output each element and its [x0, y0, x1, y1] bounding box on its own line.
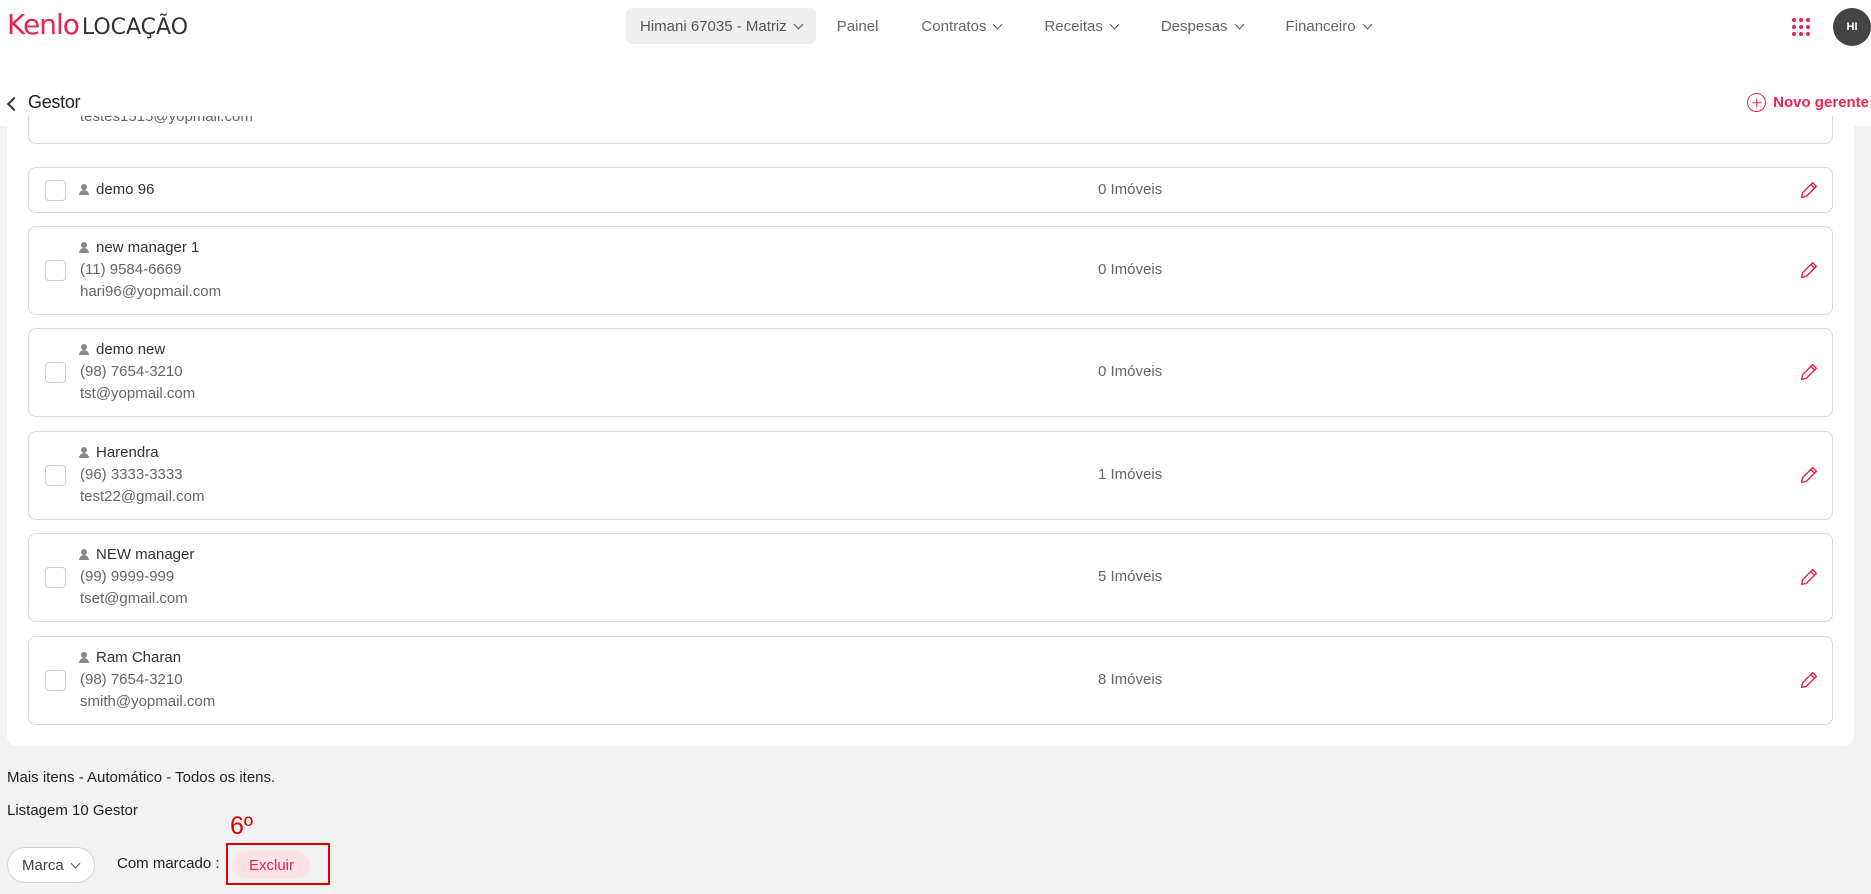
chevron-down-icon	[70, 858, 81, 868]
manager-name: Ram Charan	[96, 649, 182, 666]
manager-email: hari96@yopmail.com	[80, 283, 222, 300]
edit-pencil-icon[interactable]	[1798, 464, 1820, 486]
edit-pencil-icon[interactable]	[1798, 179, 1820, 201]
select-checkbox[interactable]	[45, 180, 66, 201]
nav-item-receitas[interactable]: Receitas	[1044, 8, 1120, 44]
logo-locacao-text: LOCAÇÃO	[81, 15, 189, 40]
nav-label: Painel	[836, 17, 879, 35]
nav-label: Despesas	[1160, 17, 1228, 35]
nav-label: Receitas	[1044, 17, 1103, 35]
annotation-step-number: 6º	[230, 812, 254, 840]
property-count: 8 Imóveis	[1098, 671, 1163, 688]
nav-label: Contratos	[921, 17, 987, 35]
manager-name-row: Ram Charan	[79, 649, 181, 666]
nav-item-painel[interactable]: Painel	[837, 8, 879, 44]
manager-phone: (11) 9584-6669	[80, 261, 182, 278]
select-checkbox[interactable]	[45, 670, 66, 691]
edit-pencil-icon[interactable]	[1798, 566, 1820, 588]
manager-card: Harendra (96) 3333-3333 test22@gmail.com…	[28, 431, 1833, 520]
manager-email: testes1515@yopmail.com	[80, 116, 253, 125]
page-title: Gestor	[28, 92, 81, 112]
manager-email: tset@gmail.com	[80, 590, 188, 607]
manager-phone: (99) 9999-999	[80, 568, 175, 585]
person-icon	[79, 652, 89, 663]
brand-select[interactable]: Marca	[7, 847, 95, 883]
manager-card-partial: testes1515@yopmail.com	[28, 116, 1833, 144]
manager-card: new manager 1 (11) 9584-6669 hari96@yopm…	[28, 226, 1833, 315]
select-checkbox[interactable]	[45, 362, 66, 383]
property-count: 1 Imóveis	[1098, 466, 1163, 483]
delete-button[interactable]: Excluir	[233, 851, 310, 879]
select-checkbox[interactable]	[45, 567, 66, 588]
chevron-down-icon	[993, 19, 1003, 29]
person-icon	[79, 184, 89, 195]
manager-name-row: NEW manager	[79, 546, 194, 563]
nav-item-despesas[interactable]: Despesas	[1160, 8, 1244, 44]
manager-phone: (96) 3333-3333	[80, 466, 183, 483]
property-count: 5 Imóveis	[1098, 568, 1163, 585]
select-checkbox[interactable]	[45, 260, 66, 281]
manager-list-panel: testes1515@yopmail.com demo 96 0 Imóveis…	[7, 116, 1854, 746]
manager-phone: (98) 7654-3210	[80, 363, 183, 380]
manager-name: demo 96	[96, 181, 155, 198]
person-icon	[79, 242, 89, 253]
top-navbar: Kenlo LOCAÇÃO Himani 67035 - Matriz Pain…	[0, 0, 1871, 52]
person-icon	[79, 344, 89, 355]
manager-card: demo new (98) 7654-3210 tst@yopmail.com …	[28, 328, 1833, 417]
person-icon	[79, 549, 89, 560]
manager-name: NEW manager	[96, 546, 195, 563]
new-manager-button[interactable]: Novo gerente	[1747, 93, 1869, 112]
property-count: 0 Imóveis	[1098, 181, 1163, 198]
user-avatar[interactable]: HI	[1833, 8, 1871, 46]
manager-card: Ram Charan (98) 7654-3210 smith@yopmail.…	[28, 636, 1833, 725]
manager-name-row: new manager 1	[79, 239, 199, 256]
edit-pencil-icon[interactable]	[1798, 259, 1820, 281]
edit-pencil-icon[interactable]	[1798, 361, 1820, 383]
edit-pencil-icon[interactable]	[1798, 669, 1820, 691]
manager-name-row: demo new	[79, 341, 165, 358]
manager-email: test22@gmail.com	[80, 488, 205, 505]
manager-name-row: Harendra	[79, 444, 159, 461]
branch-selector[interactable]: Himani 67035 - Matriz	[626, 8, 816, 44]
chevron-down-icon	[1362, 19, 1373, 29]
manager-name: Harendra	[96, 444, 159, 461]
manager-phone: (98) 7654-3210	[80, 671, 183, 688]
person-icon	[79, 447, 89, 458]
back-arrow-icon[interactable]	[6, 96, 22, 112]
nav-label: Financeiro	[1285, 17, 1356, 35]
branch-label: Himani 67035 - Matriz	[640, 17, 787, 35]
select-checkbox[interactable]	[45, 465, 66, 486]
listing-count: Listagem 10 Gestor	[7, 802, 138, 819]
apps-grid-icon[interactable]	[1792, 18, 1810, 36]
manager-name-row: demo 96	[79, 181, 154, 198]
manager-card: demo 96 0 Imóveis	[28, 167, 1833, 213]
property-count: 0 Imóveis	[1098, 261, 1163, 278]
plus-circle-icon	[1747, 93, 1767, 112]
kenlo-logo[interactable]: Kenlo LOCAÇÃO	[7, 8, 188, 44]
new-manager-label: Novo gerente	[1773, 94, 1869, 111]
nav-item-contratos[interactable]: Contratos	[921, 8, 1003, 44]
main-nav: Himani 67035 - Matriz Painel Contratos R…	[626, 8, 1373, 44]
with-checked-label: Com marcado :	[117, 855, 220, 872]
manager-email: smith@yopmail.com	[80, 693, 216, 710]
chevron-down-icon	[793, 19, 804, 29]
logo-kenlo-text: Kenlo	[7, 8, 80, 41]
chevron-down-icon	[1234, 19, 1244, 29]
chevron-down-icon	[1109, 19, 1120, 29]
more-items-text: Mais itens - Automático - Todos os itens…	[7, 769, 276, 786]
nav-item-financeiro[interactable]: Financeiro	[1285, 8, 1373, 44]
manager-name: new manager 1	[96, 239, 200, 256]
manager-name: demo new	[96, 341, 166, 358]
property-count: 0 Imóveis	[1098, 363, 1163, 380]
brand-select-label: Marca	[22, 856, 64, 874]
manager-email: tst@yopmail.com	[80, 385, 196, 402]
manager-card: NEW manager (99) 9999-999 tset@gmail.com…	[28, 533, 1833, 622]
